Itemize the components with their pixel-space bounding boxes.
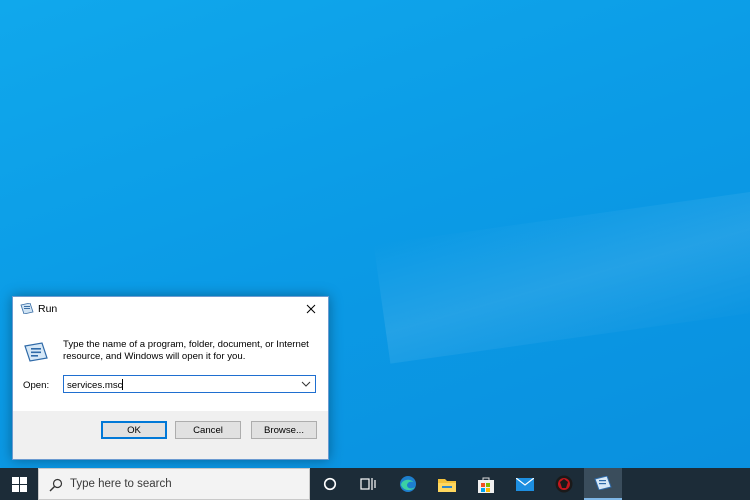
- dialog-description: Type the name of a program, folder, docu…: [63, 339, 309, 362]
- search-icon: [49, 478, 63, 492]
- dialog-titlebar[interactable]: Run: [13, 297, 328, 321]
- run-large-icon: [23, 342, 49, 362]
- store-icon[interactable]: [467, 468, 505, 500]
- open-label: Open:: [23, 380, 50, 391]
- close-icon: [306, 304, 316, 314]
- chevron-down-icon[interactable]: [300, 378, 312, 390]
- open-combobox[interactable]: services.msc: [63, 375, 316, 393]
- cancel-button[interactable]: Cancel: [175, 421, 241, 439]
- edge-icon[interactable]: [389, 468, 427, 500]
- browse-button[interactable]: Browse...: [251, 421, 317, 439]
- task-view-icon[interactable]: [349, 468, 387, 500]
- red-app-icon[interactable]: [545, 468, 583, 500]
- dialog-title: Run: [38, 303, 58, 315]
- dialog-footer: OK Cancel Browse...: [13, 411, 328, 459]
- close-button[interactable]: [294, 297, 328, 321]
- windows-start-icon[interactable]: [0, 468, 38, 500]
- file-explorer-icon[interactable]: [428, 468, 466, 500]
- run-dialog: Run Type the name of a program, folder, …: [12, 296, 329, 460]
- mail-icon[interactable]: [506, 468, 544, 500]
- run-app-icon[interactable]: [584, 468, 622, 500]
- ok-button[interactable]: OK: [101, 421, 167, 439]
- desktop-wallpaper-highlight: [373, 186, 750, 364]
- search-placeholder: Type here to search: [70, 478, 172, 490]
- taskbar: Type here to search: [0, 468, 750, 500]
- taskbar-search-box[interactable]: Type here to search: [38, 468, 310, 500]
- open-input-value[interactable]: services.msc: [67, 379, 124, 391]
- run-icon: [20, 302, 34, 315]
- cortana-icon[interactable]: [311, 468, 349, 500]
